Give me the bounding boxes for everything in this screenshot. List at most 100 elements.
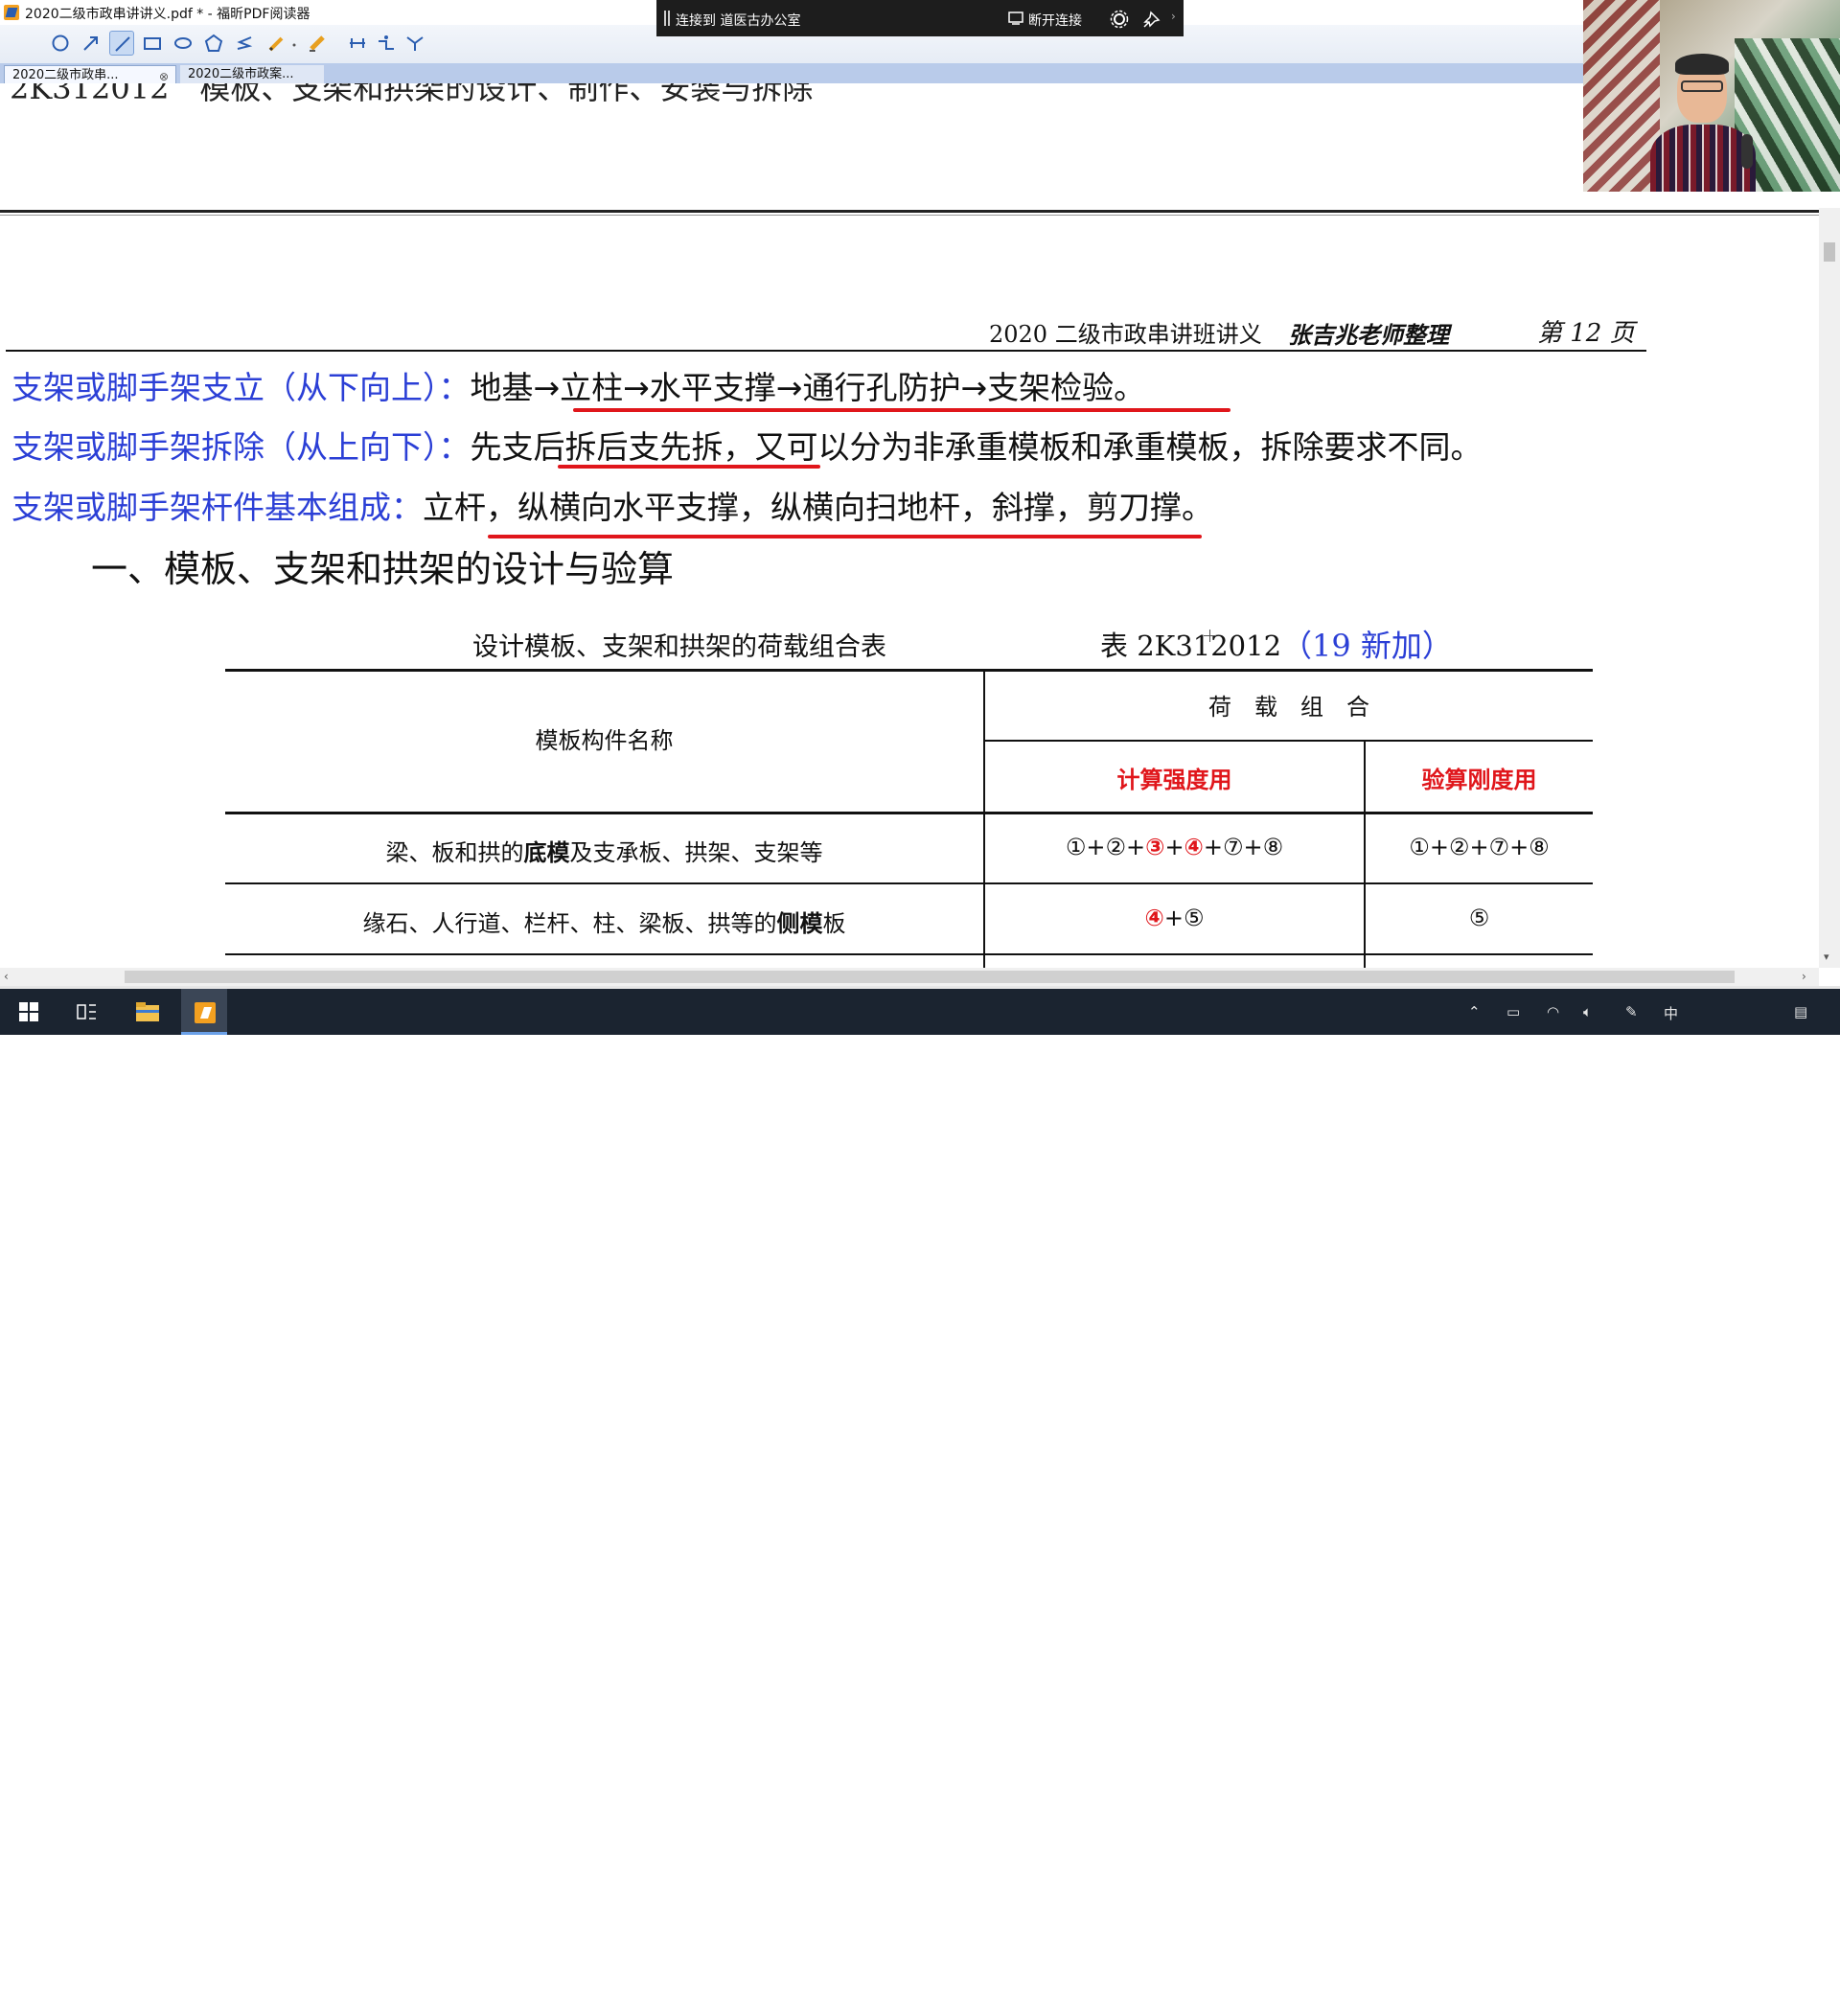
scaffold-erect-label: 支架或脚手架支立（从下向上）： — [12, 369, 471, 406]
pin-icon[interactable] — [1142, 10, 1162, 29]
table-rule — [225, 882, 1593, 884]
notification-center-icon[interactable]: ▤ — [1794, 1003, 1807, 1020]
microphone-icon — [1741, 134, 1753, 169]
red-underline-annotation[interactable] — [558, 465, 820, 469]
row2-name-bold: 侧模 — [776, 910, 823, 937]
foxit-reader-taskbar-button[interactable] — [181, 989, 227, 1035]
table-rule — [225, 953, 1593, 955]
windows-logo-icon — [19, 1002, 38, 1021]
pencil-tool-icon[interactable] — [264, 31, 289, 56]
polygon-tool-icon[interactable] — [201, 31, 226, 56]
row1-component-name: 梁、板和拱的底模及支承板、拱架、支架等 — [225, 834, 983, 867]
wifi-icon[interactable]: ◠ — [1547, 1003, 1559, 1020]
volume-icon[interactable]: 🔈︎ — [1583, 1003, 1592, 1020]
folder-icon — [136, 1002, 159, 1021]
vertical-scrollbar[interactable]: ▾ — [1819, 208, 1840, 968]
drag-handle-icon[interactable] — [664, 11, 670, 26]
battery-icon[interactable]: ▭ — [1506, 1003, 1520, 1020]
clock-time[interactable]: 13:26 — [1714, 1982, 1771, 1997]
header-component-name: 模板构件名称 — [535, 727, 674, 754]
remote-connection-bar: 连接到 道医古办公室 断开连接 › — [656, 0, 1184, 36]
table-rule — [225, 669, 1593, 672]
clock-date[interactable]: 2020/10/5 — [1694, 2001, 1790, 2016]
combo-part: +⑤ — [1163, 905, 1205, 931]
page-break-rule — [0, 210, 1819, 213]
scaffold-erect-text: 地基→立柱→水平支撑→通行孔防护→支架检验。 — [470, 369, 1146, 406]
row2-component-name: 缘石、人行道、栏杆、柱、梁板、拱等的侧模板 — [225, 905, 983, 938]
page-header-author: 张吉兆老师整理 — [1288, 321, 1449, 349]
row2-name-post: 板 — [822, 910, 846, 937]
combo-part-red: ③ — [1145, 834, 1165, 860]
row2-stiffness: ⑤ — [1468, 905, 1490, 931]
tab-label: 2020二级市政串... — [12, 68, 119, 82]
tab-close-icon[interactable]: ⊗ — [159, 70, 169, 83]
area-tool-icon[interactable] — [402, 31, 427, 56]
tab-document-1[interactable]: 2020二级市政串... — [4, 65, 176, 83]
document-tabbar: 2020二级市政串... 2020二级市政案... — [0, 63, 1840, 83]
webcam-presenter-hair — [1675, 54, 1729, 75]
line-tool-icon[interactable] — [109, 31, 134, 56]
window-title: 2020二级市政串讲讲义.pdf * - 福昕PDF阅读器 — [25, 7, 310, 22]
windows-taskbar: ⌃ ▭ ◠ 🔈︎ ✎ 中 13:26 2020/10/5 ▤ — [0, 989, 1840, 2016]
eraser-tool-icon[interactable] — [305, 31, 330, 56]
combo-part: +⑦+⑧ — [1203, 834, 1284, 860]
tab-document-2[interactable]: 2020二级市政案... — [180, 65, 324, 83]
header-load-combination: 荷 载 组 合 — [1208, 694, 1369, 721]
scaffold-parts-line: 支架或脚手架杆件基本组成：立杆，纵横向水平支撑，纵横向扫地杆，斜撑，剪刀撑。 — [12, 482, 1213, 528]
table-rule — [225, 812, 1593, 814]
distance-tool-icon[interactable] — [345, 31, 370, 56]
circle-tool-icon[interactable] — [48, 31, 73, 56]
vertical-scroll-thumb[interactable] — [1824, 242, 1835, 262]
page-header-rule — [6, 350, 1646, 352]
scaffold-erect-line: 支架或脚手架支立（从下向上）：地基→立柱→水平支撑→通行孔防护→支架检验。 — [12, 362, 1145, 408]
tab-label: 2020二级市政案... — [188, 67, 294, 81]
scroll-right-arrow-icon[interactable]: › — [1802, 970, 1806, 983]
pen-workspace-icon[interactable]: ✎ — [1625, 1003, 1638, 1020]
row1-name-pre: 梁、板和拱的 — [385, 839, 524, 866]
page-number: 第 12 页 — [1537, 319, 1635, 348]
scaffold-remove-label: 支架或脚手架拆除（从上向下）： — [12, 428, 471, 466]
webcam-presenter-shirt — [1650, 125, 1756, 192]
gear-icon[interactable] — [1110, 10, 1129, 29]
row1-name-post: 及支承板、拱架、支架等 — [569, 839, 823, 866]
disconnect-icon[interactable] — [1008, 11, 1025, 26]
file-explorer-button[interactable] — [123, 989, 169, 1035]
combo-part: ①+②+ — [1065, 834, 1146, 860]
horizontal-scroll-thumb[interactable] — [125, 971, 1735, 983]
perimeter-tool-icon[interactable] — [374, 31, 399, 56]
row2-name-pre: 缘石、人行道、栏杆、柱、梁板、拱等的 — [362, 910, 777, 937]
row1-name-bold: 底模 — [523, 839, 570, 866]
rectangle-tool-icon[interactable] — [140, 31, 165, 56]
disconnect-button[interactable]: 断开连接 — [1028, 11, 1082, 30]
webcam-video — [1583, 0, 1840, 192]
arrow-tool-icon[interactable] — [79, 31, 104, 56]
scaffold-remove-line: 支架或脚手架拆除（从上向下）：先支后拆后支先拆，又可以分为非承重模板和承重模板，… — [12, 422, 1483, 468]
oval-tool-icon[interactable] — [171, 31, 196, 56]
combo-part: + — [1164, 834, 1184, 860]
horizontal-scrollbar[interactable] — [0, 968, 1819, 986]
section-heading: 一、模板、支架和拱架的设计与验算 — [91, 548, 675, 590]
pdf-page-view: 2K312012 模板、支架和拱架的设计、制作、安装与拆除 2020 二级市政串… — [0, 83, 1819, 968]
foxit-app-icon — [4, 5, 19, 20]
scaffold-parts-label: 支架或脚手架杆件基本组成： — [12, 489, 423, 526]
load-combination-table: 模板构件名称 荷 载 组 合 计算强度用 验算刚度用 梁、板和拱的底模及支承板、… — [225, 669, 1593, 968]
pencil-dropdown-icon[interactable] — [288, 31, 299, 56]
start-button[interactable] — [6, 989, 52, 1035]
scroll-left-arrow-icon[interactable]: ‹ — [4, 970, 9, 983]
red-underline-annotation[interactable] — [573, 408, 1230, 412]
webcam-presenter-glasses — [1681, 80, 1723, 92]
crosshair-cursor-icon — [1204, 630, 1216, 642]
show-hidden-icons-chevron-icon[interactable]: ⌃ — [1468, 1003, 1481, 1020]
scaffold-remove-text: 先支后拆后支先拆，又可以分为非承重模板和承重模板，拆除要求不同。 — [470, 428, 1483, 466]
webcam-presenter — [1650, 48, 1756, 192]
input-method-indicator[interactable]: 中 — [1664, 1003, 1678, 1023]
page-header-title: 2020 二级市政串讲班讲义 — [989, 321, 1262, 348]
remote-connection-label: 连接到 道医古办公室 — [676, 13, 801, 29]
scroll-down-arrow-icon[interactable]: ▾ — [1824, 951, 1829, 963]
task-view-button[interactable] — [63, 989, 109, 1035]
polyline-tool-icon[interactable] — [232, 31, 257, 56]
table-new-note: （19 新加） — [1281, 628, 1453, 664]
table-caption: 设计模板、支架和拱架的荷载组合表 — [472, 632, 886, 662]
chevron-right-icon[interactable]: › — [1171, 10, 1176, 23]
red-underline-annotation[interactable] — [488, 535, 1202, 538]
